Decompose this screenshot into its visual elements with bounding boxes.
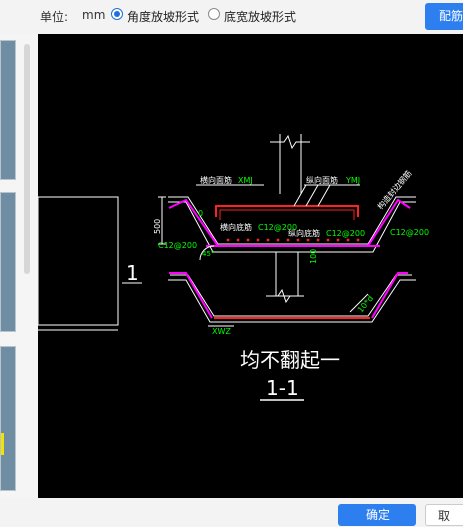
section-drawing: 1 500 0 100 XWZ 10*d 横向面筋 XMJ 纵向面筋 YMJ 构… [37,134,429,401]
rebar-top-bracket [215,205,359,217]
bottom-bar: 确定 取 [0,498,463,526]
unit-label: 单位: [40,10,69,24]
dim-500: 500 [153,219,162,234]
rebar-left-slope [168,198,219,247]
dim-xwz: XWZ [212,327,231,336]
highlight-marker [1,433,4,455]
label-transverse-top: 横向面筋 [200,175,232,185]
pier-outline [275,251,299,297]
label-transverse-top-code: XMJ [238,176,253,185]
dim-45: 45° [202,250,214,258]
angle-slope-radio[interactable] [111,8,123,20]
side-marker: 1 [126,261,139,285]
thumbnail-image [1,41,15,179]
angle-slope-label[interactable]: 角度放坡形式 [127,8,199,25]
thumbnail-image [1,193,15,331]
section-title: 均不翻起一 [240,348,340,372]
section-number: 1-1 [266,376,299,400]
unit-value: mm [82,8,106,22]
cancel-button[interactable]: 取 [425,504,463,526]
ok-button[interactable]: 确定 [338,504,416,526]
cad-canvas[interactable]: 1 500 0 100 XWZ 10*d 横向面筋 XMJ 纵向面筋 YMJ 构… [37,34,463,498]
thumbnail-image [1,347,15,490]
thumbnail-panel [0,34,39,498]
width-slope-label[interactable]: 底宽放坡形式 [224,8,296,25]
label-longitudinal-top-code: YMJ [345,176,360,185]
thumbnail-scrollbar[interactable] [24,44,30,274]
reference-outline [37,196,119,326]
spec-left: C12@200 [158,241,197,250]
rebar-config-button[interactable]: 配筋 [425,3,463,30]
thumbnail-frame[interactable] [0,192,16,332]
width-slope-radio[interactable] [208,8,220,20]
rebar-dots [226,238,360,242]
dim-0: 0 [198,209,203,218]
break-mark [270,134,310,150]
thumbnail-frame[interactable] [0,346,16,491]
top-toolbar: 单位: mm 角度放坡形式 底宽放坡形式 配筋 [0,0,463,34]
spec-right: C12@200 [390,228,429,237]
dim-100: 100 [309,249,318,264]
label-longitudinal-bottom-spec: C12@200 [326,229,365,238]
label-transverse-bottom: 横向底筋 [220,222,252,232]
label-longitudinal-top: 纵向面筋 [306,175,338,185]
label-longitudinal-bottom: 纵向底筋 [288,228,320,238]
thumbnail-frame[interactable] [0,40,16,180]
